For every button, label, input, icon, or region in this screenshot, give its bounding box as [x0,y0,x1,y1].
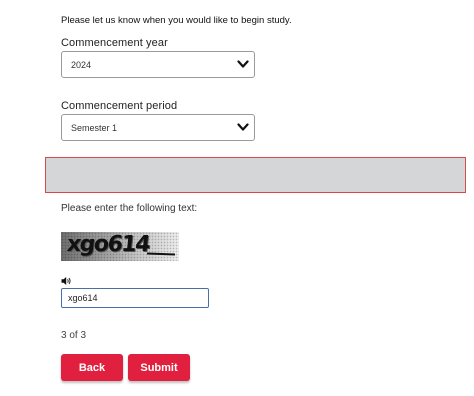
intro-text: Please let us know when you would like t… [61,15,292,26]
commencement-year-select[interactable]: 2024 [61,51,255,78]
captcha-image-text: xgo614 [65,232,151,257]
captcha-input[interactable] [61,288,209,308]
captcha-label: Please enter the following text: [61,203,198,214]
commencement-year-label: Commencement year [61,37,168,49]
speaker-icon[interactable] [61,276,72,286]
application-form-page: Please let us know when you would like t… [0,0,474,396]
submit-button[interactable]: Submit [128,354,190,381]
captcha-image: xgo614 [61,232,179,261]
chevron-down-icon [237,60,249,68]
commencement-period-label: Commencement period [61,100,178,112]
back-button[interactable]: Back [61,354,123,381]
error-banner [45,157,466,193]
chevron-down-icon [237,123,249,131]
step-indicator: 3 of 3 [61,330,87,341]
commencement-period-value: Semester 1 [71,123,118,133]
commencement-year-value: 2024 [71,60,92,70]
commencement-period-select[interactable]: Semester 1 [61,114,255,141]
